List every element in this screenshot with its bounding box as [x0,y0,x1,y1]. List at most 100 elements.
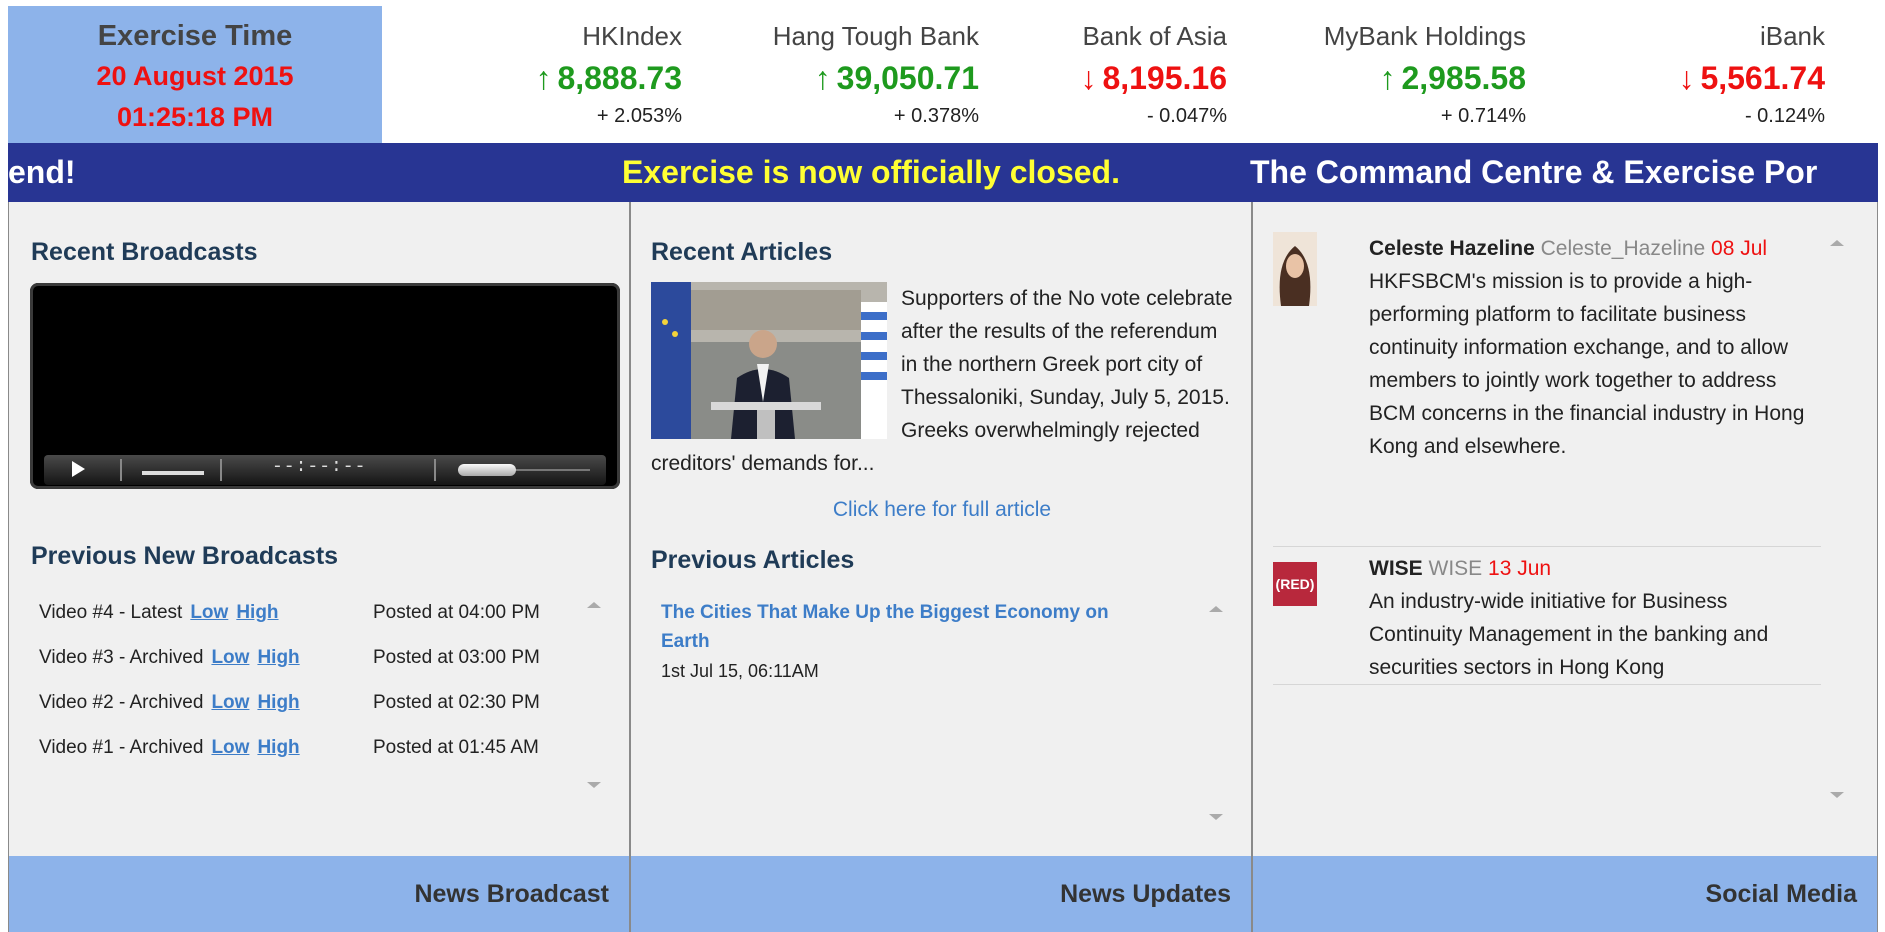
news-updates-panel: Recent Articles Supporters of the No vot… [630,202,1252,932]
posted-time: Posted at 02:30 PM [373,692,540,713]
play-icon[interactable] [72,461,85,477]
stock-value: ↓ 8,195.16 [927,56,1227,100]
marquee-text: end! [8,154,76,190]
low-quality-link[interactable]: Low [211,647,249,668]
broadcast-title: Video #1 - Archived [39,737,204,758]
red-logo-icon: (RED) [1275,576,1315,592]
previous-broadcasts-heading: Previous New Broadcasts [31,542,339,570]
scroll-down-icon[interactable] [587,782,601,788]
post-date: 08 Jul [1711,237,1768,260]
broadcast-list: Video #4 - Latest Low High Posted at 04:00… [39,590,579,770]
announcement-marquee: end! Exercise is now officially closed. … [8,143,1878,202]
stock-change: + 0.714% [1440,105,1526,127]
previous-article-date: 1st Jul 15, 06:11AM [661,661,819,681]
post-body: WISE WISE 13 Jun An industry-wide initia… [1369,552,1809,684]
previous-articles-heading: Previous Articles [651,546,855,574]
panel-footer-social-media[interactable]: Social Media [1253,856,1877,932]
exercise-time-title: Exercise Time [97,20,293,52]
stock-price: 5,561.74 [1700,60,1825,96]
stock-value: ↑ 2,985.58 [1226,56,1526,100]
stock-quote: HKIndex ↑ 8,888.73 + 2.053% [382,16,682,132]
post-author-name[interactable]: WISE [1369,557,1423,580]
scroll-down-icon[interactable] [1209,814,1223,820]
broadcast-title-with-links: Video #1 - Archived Low High [39,725,300,770]
user-photo-icon [1273,232,1317,306]
post-date: 13 Jun [1488,557,1552,580]
low-quality-link[interactable]: Low [190,602,228,623]
broadcast-title: Video #3 - Archived [39,647,204,668]
full-article-link[interactable]: Click here for full article [631,498,1253,522]
video-player[interactable]: --:--:-- [30,283,620,489]
broadcast-title: Video #4 - Latest [39,602,183,623]
video-time-code: --:--:-- [272,457,367,477]
post-text: An industry-wide initiative for Business… [1369,590,1769,679]
avatar[interactable] [1273,232,1317,306]
stock-quote: MyBank Holdings ↑ 2,985.58 + 0.714% [1226,16,1526,132]
up-arrow-icon: ↑ [535,60,552,96]
stock-name: iBank [1759,21,1825,51]
posted-time: Posted at 03:00 PM [373,647,540,668]
low-quality-link[interactable]: Low [211,692,249,713]
stock-price: 2,985.58 [1401,60,1526,96]
high-quality-link[interactable]: High [257,737,299,758]
scroll-up-icon[interactable] [1830,240,1844,246]
high-quality-link[interactable]: High [257,647,299,668]
stock-name: MyBank Holdings [1323,21,1526,51]
scroll-down-icon[interactable] [1830,792,1844,798]
avatar[interactable]: (RED) [1273,562,1317,606]
marquee-text: The Command Centre & Exercise Por [1250,154,1818,190]
market-ticker: Exercise Time 20 August 2015 01:25:18 PM… [8,6,1878,143]
control-divider [120,459,122,481]
video-controls: --:--:-- [44,455,606,485]
stock-price: 8,195.16 [1102,60,1227,96]
scroll-up-icon[interactable] [1209,606,1223,612]
social-post: (RED) WISE WISE 13 Jun An industry-wide … [1273,552,1821,685]
broadcast-title-with-links: Video #3 - Archived Low High [39,635,300,680]
post-handle[interactable]: Celeste_Hazeline [1541,237,1706,260]
posted-time: Posted at 01:45 AM [373,737,539,758]
previous-article-title[interactable]: The Cities That Make Up the Biggest Econ… [661,598,1161,656]
seek-thumb[interactable] [458,464,516,476]
post-text: HKFSBCM's mission is to provide a high-p… [1369,270,1805,458]
broadcast-title-with-links: Video #4 - Latest Low High [39,590,279,635]
high-quality-link[interactable]: High [257,692,299,713]
list-item: The Cities That Make Up the Biggest Econ… [661,598,1161,686]
social-post: Celeste Hazeline Celeste_Hazeline 08 Jul… [1273,232,1821,547]
recent-broadcasts-heading: Recent Broadcasts [31,238,258,266]
list-item: Video #4 - Latest Low High Posted at 04:00… [39,590,579,635]
list-item: Video #1 - Archived Low High Posted at 01:… [39,725,579,770]
exercise-date: 20 August 2015 [96,61,294,91]
up-arrow-icon: ↑ [814,60,831,96]
scroll-up-icon[interactable] [587,602,601,608]
stock-value: ↓ 5,561.74 [1525,56,1825,100]
panel-footer-news-broadcast[interactable]: News Broadcast [9,856,629,932]
posted-time: Posted at 04:00 PM [373,602,540,623]
post-handle[interactable]: WISE [1429,557,1483,580]
low-quality-link[interactable]: Low [211,737,249,758]
broadcast-title: Video #2 - Archived [39,692,204,713]
down-arrow-icon: ↓ [1678,60,1695,96]
broadcast-title-with-links: Video #2 - Archived Low High [39,680,300,725]
image-spacer [651,282,901,442]
article-summary-container: Supporters of the No vote celebrate afte… [651,282,1236,480]
marquee-highlight-text: Exercise is now officially closed. [622,154,1120,190]
stock-value: ↑ 8,888.73 [382,56,682,100]
recent-articles-heading: Recent Articles [651,238,833,266]
list-item: Video #3 - Archived Low High Posted at 03:… [39,635,579,680]
stock-change: + 2.053% [596,105,682,127]
down-arrow-icon: ↓ [1080,60,1097,96]
stock-name: Bank of Asia [1082,21,1227,51]
stock-quote: Bank of Asia ↓ 8,195.16 - 0.047% [927,16,1227,132]
panel-footer-news-updates[interactable]: News Updates [631,856,1251,932]
up-arrow-icon: ↑ [1379,60,1396,96]
stock-price: 8,888.73 [557,60,682,96]
volume-slider[interactable] [142,471,204,475]
post-author-name[interactable]: Celeste Hazeline [1369,237,1535,260]
stock-quotes: HKIndex ↑ 8,888.73 + 2.053% Hang Tough Ba… [382,6,1878,143]
list-item: Video #2 - Archived Low High Posted at 02:… [39,680,579,725]
stock-change: - 0.124% [1744,105,1825,127]
social-media-panel: Celeste Hazeline Celeste_Hazeline 08 Jul… [1252,202,1878,932]
stock-name: HKIndex [582,21,682,51]
exercise-clock: 01:25:18 PM [116,102,274,132]
high-quality-link[interactable]: High [236,602,278,623]
